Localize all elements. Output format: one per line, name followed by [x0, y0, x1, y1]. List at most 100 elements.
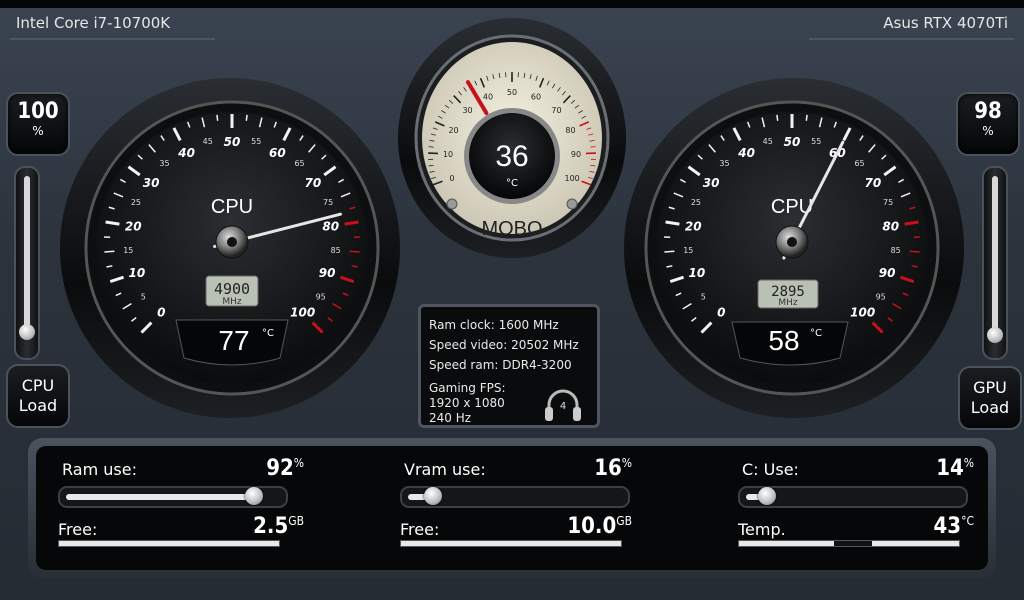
disk-temp-bar-fill — [834, 541, 872, 546]
gpu-temp-value: 58 — [768, 325, 799, 356]
cpu-gauge-minor-label: 35 — [159, 159, 169, 168]
gpu-gauge-minor-label: 55 — [811, 137, 821, 146]
cpu-load-slider-track — [24, 176, 30, 336]
gpu-load-slider-track — [992, 176, 998, 336]
mobo-gauge-label: 10 — [443, 150, 453, 159]
gpu-gauge-minor-label: 35 — [719, 159, 729, 168]
mobo-gauge-title: MOBO — [481, 218, 542, 240]
disk-temp-label: Temp. — [738, 520, 786, 539]
mobo-gauge-label: 70 — [551, 106, 561, 115]
vram-use-slider-knob[interactable] — [424, 487, 442, 505]
mobo-gauge-label: 20 — [448, 126, 458, 135]
ram-use-unit: % — [293, 456, 304, 470]
cpu-temp-unit: °C — [262, 328, 274, 339]
cpu-freq-value: 4900 — [214, 280, 250, 298]
cpu-load-unit: % — [32, 124, 44, 138]
cpu-load-slider[interactable] — [14, 166, 40, 360]
vram-free-label: Free: — [400, 520, 440, 539]
ram-use-slider[interactable] — [58, 486, 288, 508]
gpu-gauge-minor-label: 75 — [883, 198, 893, 207]
gpu-load-unit: % — [982, 124, 994, 138]
cpu-gauge-major-label: 20 — [125, 219, 142, 233]
gpu-load-label-line2: Load — [970, 398, 1010, 417]
cpu-gauge-major-label: 10 — [129, 266, 146, 280]
cpu-load-percent-box: 100 % — [6, 92, 70, 156]
vram-free-value: 10.0 — [567, 514, 617, 539]
gpu-freq-unit: MHz — [778, 298, 798, 308]
gpu-gauge-minor-label: 15 — [683, 246, 693, 255]
cpu-temp-value: 77 — [218, 325, 249, 356]
disk-use-value: 14 — [936, 456, 964, 481]
mobo-gauge: 0 10 20 30 40 50 60 70 80 90 100 36 °C MOBO — [414, 34, 610, 242]
cpu-load-slider-knob[interactable] — [19, 324, 35, 340]
vram-use-value: 16 — [594, 456, 622, 481]
gpu-gauge-major-label: 50 — [784, 135, 801, 149]
mobo-gauge-label: 30 — [462, 106, 472, 115]
cpu-gauge-minor-label: 65 — [294, 159, 304, 168]
speed-ram-text: Speed ram: DDR4-3200 — [429, 358, 572, 372]
gpu-gauge-minor-label: 25 — [691, 198, 701, 207]
gpu-gauge-tick — [664, 250, 675, 253]
cpu-load-label-line2: Load — [18, 396, 58, 415]
mobo-gauge-label: 40 — [483, 93, 493, 102]
mobo-gauge-label: 100 — [564, 174, 579, 183]
vram-use-unit: % — [621, 456, 632, 470]
vram-free-bar — [400, 540, 622, 547]
cpu-gauge-major-label: 30 — [143, 176, 160, 190]
cpu-gauge: 0 10 20 30 40 50 60 70 80 90 100 5 15 25 35 45 55 65 75 85 9… — [84, 100, 380, 396]
gpu-load-value: 98 — [974, 99, 1002, 124]
gpu-load-slider[interactable] — [982, 166, 1008, 360]
gpu-load-percent-box: 98 % — [956, 92, 1020, 156]
gpu-gauge-major-label: 0 — [717, 306, 725, 320]
disk-use-unit: % — [963, 456, 974, 470]
mobo-temp-unit: °C — [506, 178, 518, 189]
ram-use-slider-knob[interactable] — [245, 487, 263, 505]
disk-use-label: C: Use: — [742, 460, 799, 479]
mobo-screw-left — [446, 198, 458, 210]
mobo-temp-value: 36 — [495, 140, 528, 173]
cpu-gauge-major-label: 40 — [177, 146, 195, 160]
cpu-gauge-minor-label: 15 — [123, 246, 133, 255]
ram-clock-text: Ram clock: 1600 MHz — [429, 318, 559, 332]
vram-use-slider[interactable] — [400, 486, 630, 508]
mobo-gauge-label: 60 — [531, 93, 541, 102]
cpu-gauge-major-label: 80 — [322, 219, 339, 233]
gpu-gauge-major-label: 70 — [865, 176, 882, 190]
disk-use-value-wrap: 14% — [936, 456, 974, 481]
gpu-gauge-minor-label: 5 — [701, 292, 706, 301]
cpu-load-label-line1: CPU — [21, 376, 55, 395]
cpu-gauge-minor-label: 5 — [141, 292, 146, 301]
vram-free-unit: GB — [616, 514, 632, 528]
gpu-name-label: Asus RTX 4070Ti — [809, 14, 1014, 40]
disk-use-slider-knob[interactable] — [758, 487, 776, 505]
cpu-freq-unit: MHz — [222, 297, 242, 307]
ram-stat: Ram use: 92% Free: 2.5GB — [58, 452, 304, 564]
cpu-gauge-tick — [216, 114, 219, 121]
gpu-gauge-minor-label: 85 — [891, 246, 901, 255]
gpu-gauge-major-label: 80 — [882, 219, 899, 233]
gpu-gauge-hub-center — [787, 237, 797, 247]
cpu-gauge-major-label: 0 — [157, 306, 165, 320]
cpu-gauge-title: CPU — [211, 196, 253, 218]
gpu-load-slider-knob[interactable] — [987, 327, 1003, 343]
cpu-gauge-minor-label: 45 — [203, 137, 213, 146]
ram-free-bar — [58, 540, 280, 547]
cpu-gauge-major-label: 60 — [269, 146, 286, 160]
gpu-gauge-minor-label: 65 — [854, 159, 864, 168]
disk-temp-value-wrap: 43°C — [934, 514, 974, 539]
vram-use-value-wrap: 16% — [594, 456, 632, 481]
cpu-gauge-minor-label: 25 — [131, 198, 141, 207]
cpu-gauge-tick — [104, 250, 115, 253]
system-info-panel: Ram clock: 1600 MHz Speed video: 20502 M… — [418, 304, 600, 428]
cpu-gauge-major-label: 70 — [305, 176, 322, 190]
cpu-load-value: 100 — [17, 99, 59, 124]
cpu-gauge-tick — [349, 250, 360, 253]
disk-use-slider[interactable] — [738, 486, 968, 508]
vram-use-label: Vram use: — [404, 460, 486, 479]
ram-use-label: Ram use: — [62, 460, 137, 479]
ram-use-value-wrap: 92% — [266, 456, 304, 481]
disk-temp-bar — [738, 540, 960, 547]
speed-video-text: Speed video: 20502 MHz — [429, 338, 579, 352]
mobo-gauge-label: 90 — [571, 150, 581, 159]
cpu-gauge-minor-label: 85 — [331, 246, 341, 255]
